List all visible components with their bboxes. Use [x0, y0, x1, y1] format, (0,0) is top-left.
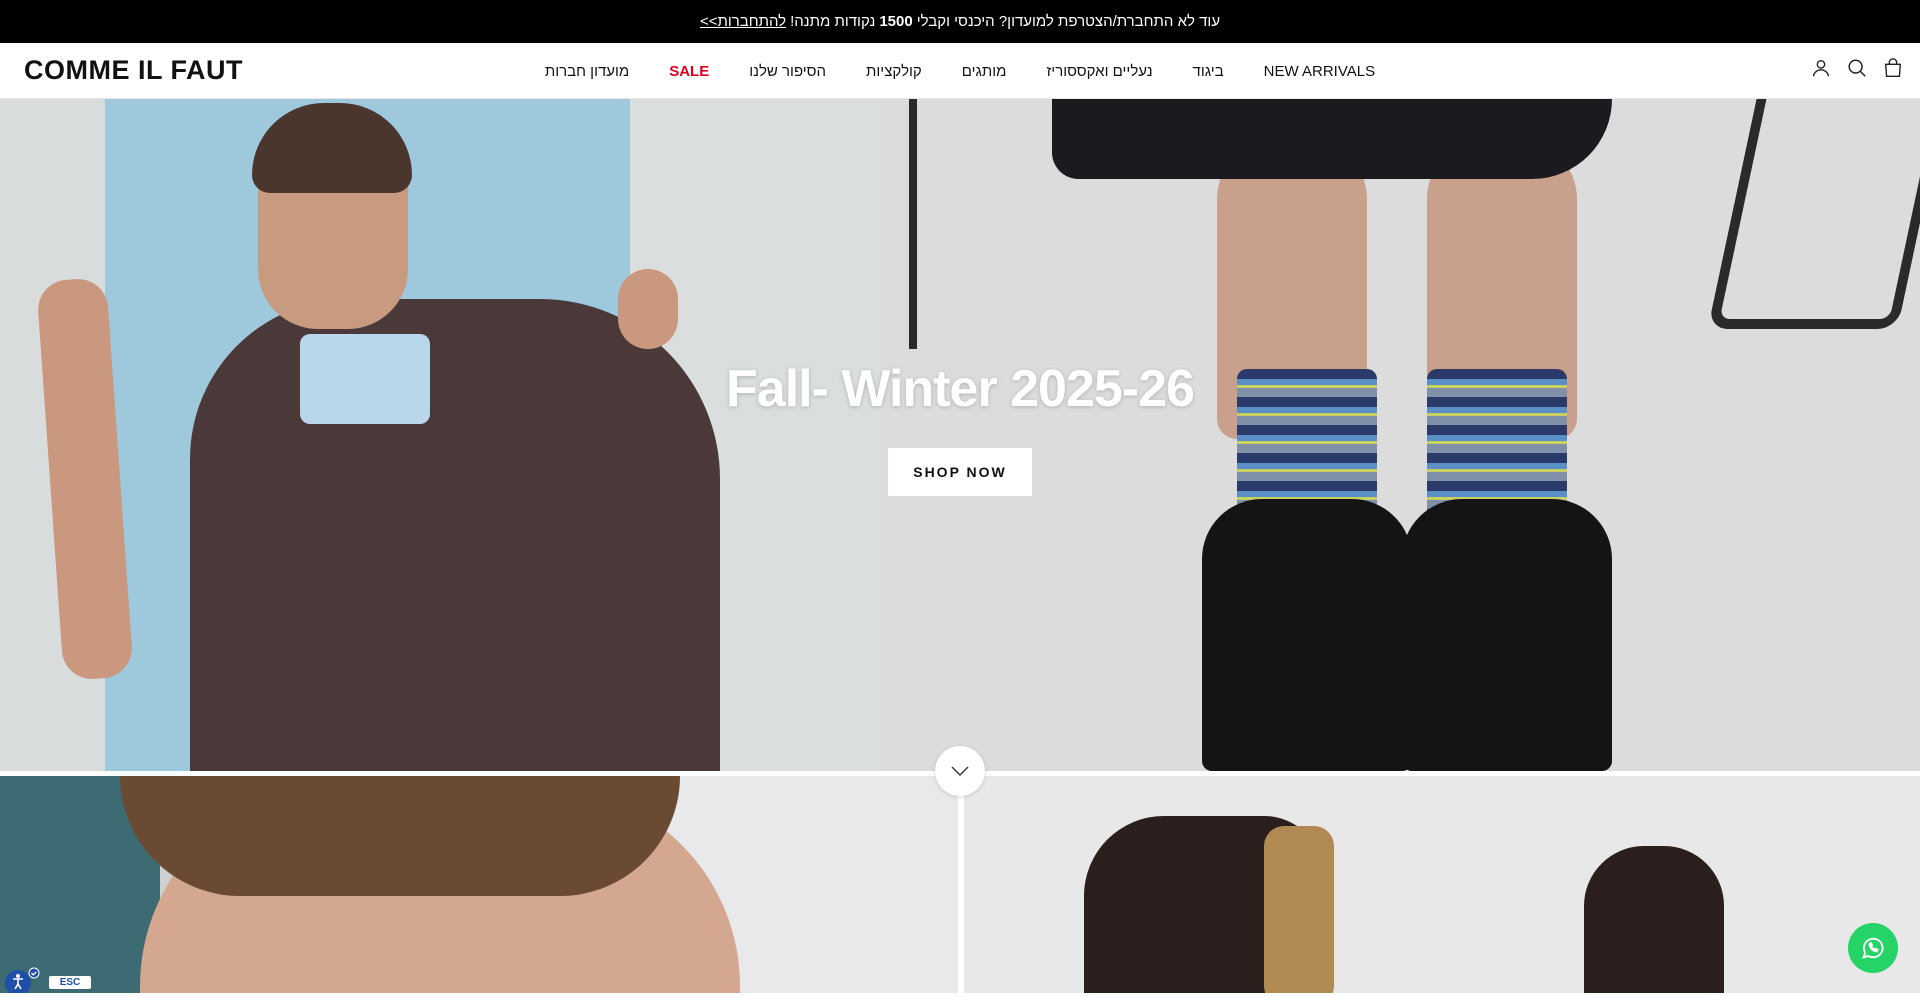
nav-item-sale[interactable]: SALE — [669, 63, 709, 80]
nav-item-clothing[interactable]: ביגוד — [1193, 63, 1224, 80]
nav-item-collections[interactable]: קולקציות — [866, 63, 922, 80]
nav-item-club[interactable]: מועדון חברות — [545, 63, 629, 80]
cart-icon[interactable] — [1882, 57, 1904, 79]
site-header: COMME IL FAUT מועדון חברות SALE הסיפור ש… — [0, 43, 1920, 99]
esc-badge[interactable]: ESC — [49, 976, 91, 989]
nav-item-brands[interactable]: מותגים — [962, 63, 1007, 80]
announcement-points: 1500 — [879, 13, 913, 30]
hero-image-woman-jacket[interactable] — [0, 99, 882, 771]
site-logo[interactable]: COMME IL FAUT — [24, 55, 243, 86]
nav-item-shoes-accessories[interactable]: נעליים ואקססוריז — [1046, 63, 1152, 80]
login-link[interactable]: להתחברות>> — [700, 13, 786, 30]
promo-image-portrait[interactable] — [0, 776, 958, 993]
accessibility-button[interactable] — [4, 965, 40, 996]
nav-item-new-arrivals[interactable]: NEW ARRIVALS — [1264, 63, 1375, 80]
whatsapp-button[interactable] — [1848, 923, 1898, 973]
announcement-text: עוד לא התחברת/הצטרפת למועדון? היכנסי וקב… — [916, 13, 1221, 30]
chevron-down-icon — [951, 766, 969, 776]
hero-title: Fall- Winter 2025-26 — [726, 360, 1195, 418]
scroll-down-button[interactable] — [935, 746, 985, 796]
announcement-text-2: נקודות מתנה! — [790, 13, 876, 30]
whatsapp-icon — [1862, 937, 1884, 959]
hero-image-boots[interactable] — [882, 99, 1920, 771]
accessibility-icon — [5, 967, 40, 996]
shop-now-button[interactable]: SHOP NOW — [888, 448, 1032, 496]
main-nav: מועדון חברות SALE הסיפור שלנו קולקציות מ… — [0, 43, 1920, 99]
announcement-bar: עוד לא התחברת/הצטרפת למועדון? היכנסי וקב… — [0, 0, 1920, 43]
account-icon[interactable] — [1810, 57, 1832, 79]
hero-banner: Fall- Winter 2025-26 SHOP NOW — [0, 99, 1920, 771]
search-icon[interactable] — [1846, 57, 1868, 79]
promo-image-shoes[interactable] — [964, 776, 1920, 993]
header-icons — [1810, 57, 1904, 79]
nav-item-our-story[interactable]: הסיפור שלנו — [749, 63, 826, 80]
